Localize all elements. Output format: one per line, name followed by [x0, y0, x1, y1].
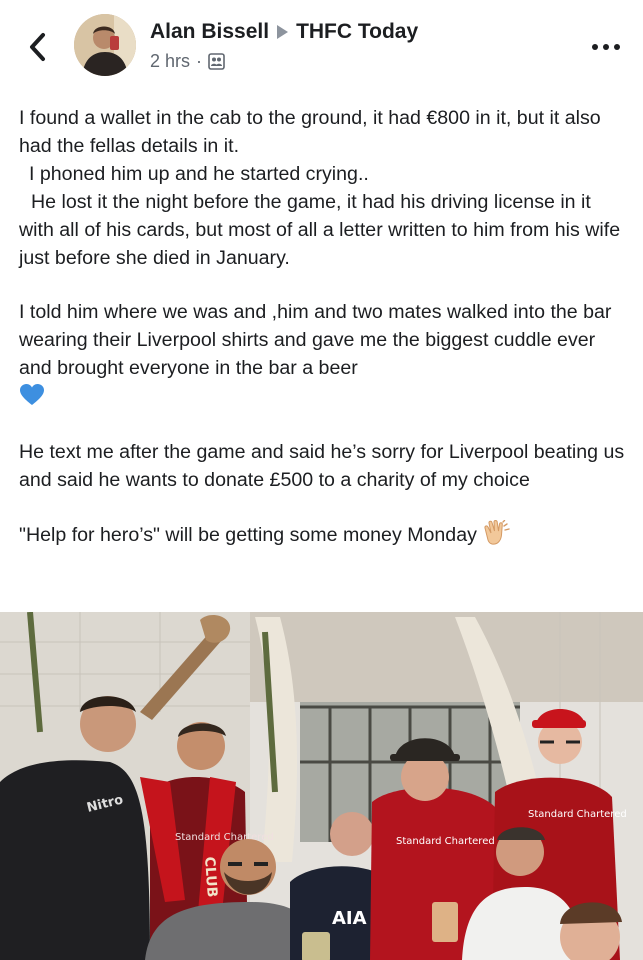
- post-body: I found a wallet in the cab to the groun…: [19, 104, 629, 549]
- shirt-sponsor-3: Standard Chartered: [528, 809, 627, 820]
- more-dots-icon[interactable]: [592, 40, 620, 54]
- scarf-text: CLUB: [201, 856, 220, 898]
- post-photo[interactable]: Nitro CLUB Standard Chartered AIA Standa…: [0, 612, 643, 960]
- post-paragraph: I told him where we was and ,him and two…: [19, 298, 629, 410]
- author-line: Alan Bissell THFC Today: [150, 20, 418, 44]
- post-paragraph-text: "Help for hero’s" will be getting some m…: [19, 524, 477, 546]
- author-avatar[interactable]: [74, 14, 136, 76]
- meta-separator: ·: [196, 51, 203, 71]
- triangle-right-icon: [277, 24, 289, 39]
- post-paragraph: He lost it the night before the game, it…: [19, 191, 621, 269]
- shirt-sponsor-aia: AIA: [332, 908, 367, 929]
- post-paragraph-text: I told him where we was and ,him and two…: [19, 301, 612, 379]
- blue-heart-icon: [20, 384, 44, 405]
- post-paragraph: I found a wallet in the cab to the groun…: [19, 107, 601, 157]
- author-name[interactable]: Alan Bissell: [150, 20, 269, 43]
- back-chevron-icon[interactable]: [24, 30, 52, 64]
- clapping-hands-icon: [484, 520, 511, 545]
- shirt-sponsor-2: Standard Chartered: [396, 836, 495, 847]
- post-time[interactable]: 2 hrs: [150, 51, 190, 71]
- privacy-group-icon: [208, 53, 225, 70]
- post-header: Alan Bissell THFC Today 2 hrs ·: [0, 0, 643, 92]
- post-meta: 2 hrs ·: [150, 51, 225, 72]
- post-paragraph: He text me after the game and said he’s …: [19, 441, 625, 491]
- post-paragraph: "Help for hero’s" will be getting some m…: [19, 520, 629, 549]
- post-paragraph: I phoned him up and he started crying..: [29, 163, 369, 185]
- group-name[interactable]: THFC Today: [296, 20, 418, 43]
